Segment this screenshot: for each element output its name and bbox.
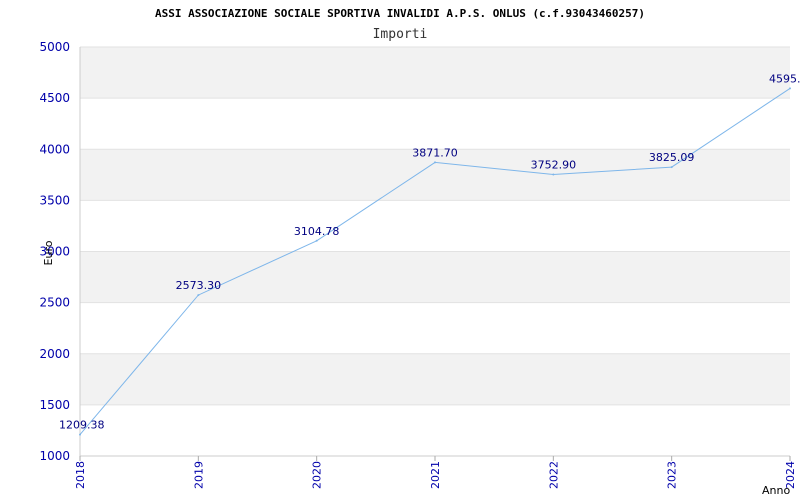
data-point [670,166,673,169]
data-label: 2573.30 [176,279,222,292]
grid-band [80,251,790,303]
x-tick-label: 2022 [547,461,560,489]
data-label: 4595.1 [769,72,800,85]
data-label: 1209.38 [59,419,105,432]
y-tick-label: 2500 [39,296,70,310]
x-tick-label: 2023 [666,461,679,489]
grid-band [80,302,790,354]
x-tick-label: 2020 [311,461,324,489]
y-axis-label: Euro [42,240,55,265]
x-tick-label: 2019 [192,461,205,489]
y-tick-label: 4000 [39,142,70,156]
y-tick-label: 1500 [39,398,70,412]
x-axis-ticks: 2018 2019 2020 2021 2022 2023 2024 [74,456,797,489]
x-tick-label: 2021 [429,461,442,489]
line-chart: ASSI ASSOCIAZIONE SOCIALE SPORTIVA INVAL… [39,7,800,497]
y-tick-label: 2000 [39,347,70,361]
grid-band [80,47,790,99]
data-label: 3752.90 [531,159,577,172]
grid-band [80,404,790,456]
y-tick-label: 1000 [39,449,70,463]
chart-subtitle: Importi [373,27,428,42]
grid-band [80,353,790,405]
data-point [552,173,555,176]
data-point [315,239,318,242]
data-label: 3871.70 [412,146,458,159]
data-point [789,87,791,90]
data-label: 3104.78 [294,225,340,238]
x-axis-label: Anno [762,484,790,497]
x-tick-label: 2018 [74,461,87,489]
y-tick-label: 3500 [39,193,70,207]
chart-title: ASSI ASSOCIAZIONE SOCIALE SPORTIVA INVAL… [155,7,645,20]
grid-band [80,98,790,150]
y-tick-label: 5000 [39,40,70,54]
y-tick-label: 4500 [39,91,70,105]
data-point [434,161,436,164]
data-label: 3825.09 [649,151,695,164]
data-point [197,294,200,297]
data-point [79,433,81,436]
grid-band [80,200,790,252]
